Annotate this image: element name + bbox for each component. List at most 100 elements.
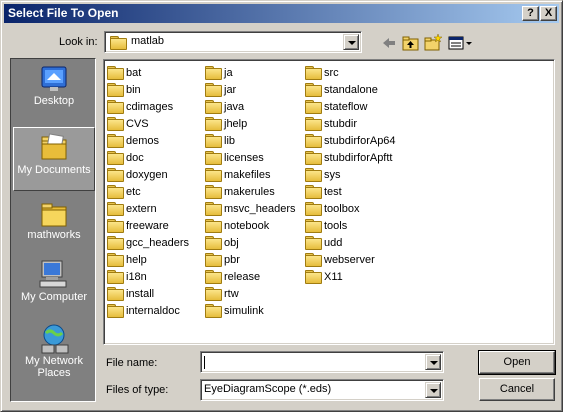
file-list-item-label: msvc_headers [224,203,296,215]
file-list-item[interactable]: makerules [205,184,296,201]
network-places-icon [41,324,69,354]
file-list-item[interactable]: sys [305,167,396,184]
folder-icon [205,202,222,216]
file-list-item[interactable]: jar [205,82,296,99]
chevron-down-icon[interactable] [425,354,441,370]
view-menu-button[interactable] [447,33,473,53]
file-list-item[interactable]: lib [205,133,296,150]
file-list-item[interactable]: standalone [305,82,396,99]
file-list-item[interactable]: src [305,65,396,82]
file-list-item[interactable]: java [205,99,296,116]
my-documents-icon [41,133,67,160]
file-list-item[interactable]: simulink [205,303,296,320]
file-list-item[interactable]: stubdirforApftt [305,150,396,167]
file-list-item[interactable]: X11 [305,269,396,286]
file-list-item-label: cdimages [126,101,174,113]
folder-icon [205,134,222,148]
file-list-item-label: stubdirforAp64 [324,135,396,147]
folder-icon [107,134,124,148]
file-open-dialog: Select File To Open ? X Look in: matlab [0,0,563,412]
new-folder-button[interactable] [423,33,443,53]
file-list-item[interactable]: install [107,286,189,303]
file-list-item[interactable]: demos [107,133,189,150]
chevron-down-icon[interactable] [343,34,359,50]
up-folder-button[interactable] [401,33,421,53]
file-list-item-label: bin [126,84,141,96]
folder-icon [205,83,222,97]
file-list-item[interactable]: tools [305,218,396,235]
file-list-item[interactable]: internaldoc [107,303,189,320]
title-bar[interactable]: Select File To Open ? X [4,4,559,23]
folder-icon [305,66,322,80]
place-my-documents[interactable]: My Documents [13,127,95,191]
file-list-item-label: i18n [126,271,147,283]
file-list-item-label: freeware [126,220,169,232]
file-list-item-label: bat [126,67,142,79]
file-list-item-label: stubdirforApftt [324,152,393,164]
look-in-select[interactable]: matlab [104,31,362,53]
help-button[interactable]: ? [522,6,539,21]
places-bar: Desktop My Documents mathworks My Comput… [10,58,96,402]
file-list-column-3: src standalone stateflow stubdir stubdirforA… [305,65,396,286]
file-list-item[interactable]: test [305,184,396,201]
my-computer-icon [39,260,67,288]
file-list-item[interactable]: help [107,252,189,269]
back-arrow-icon [383,38,395,48]
file-list-item[interactable]: bat [107,65,189,82]
file-list-item[interactable]: stubdir [305,116,396,133]
file-name-input[interactable] [200,351,444,373]
look-in-label: Look in: [59,36,98,48]
file-list-item[interactable]: gcc_headers [107,235,189,252]
file-list-item[interactable]: stubdirforAp64 [305,133,396,150]
file-list-item-label: X11 [324,271,343,283]
file-list-item[interactable]: webserver [305,252,396,269]
file-list-item[interactable]: notebook [205,218,296,235]
file-list[interactable]: bat bin cdimages CVS demos doc doxygen etc exter… [103,59,555,345]
file-list-item-label: webserver [324,254,375,266]
file-list-item[interactable]: etc [107,184,189,201]
folder-icon [305,236,322,250]
place-my-computer[interactable]: My Computer [13,259,95,315]
folder-icon [205,287,222,301]
file-list-item[interactable]: makefiles [205,167,296,184]
folder-icon [205,219,222,233]
chevron-down-icon[interactable] [425,382,441,398]
back-button[interactable] [379,33,399,53]
file-list-item[interactable]: doxygen [107,167,189,184]
file-list-item[interactable]: doc [107,150,189,167]
look-in-value: matlab [131,35,165,47]
file-list-item[interactable]: bin [107,82,189,99]
file-list-item[interactable]: obj [205,235,296,252]
file-list-item[interactable]: CVS [107,116,189,133]
file-list-item-label: extern [126,203,157,215]
file-list-item[interactable]: toolbox [305,201,396,218]
file-type-select[interactable]: EyeDiagramScope (*.eds) [200,379,444,401]
file-list-item[interactable]: pbr [205,252,296,269]
file-list-item[interactable]: cdimages [107,99,189,116]
file-list-item-label: standalone [324,84,378,96]
open-button[interactable]: Open [478,350,556,375]
file-list-item[interactable]: freeware [107,218,189,235]
file-list-item[interactable]: i18n [107,269,189,286]
file-list-item-label: toolbox [324,203,360,215]
file-list-item[interactable]: msvc_headers [205,201,296,218]
file-list-item-label: lib [224,135,236,147]
file-list-item[interactable]: udd [305,235,396,252]
place-my-network[interactable]: My Network Places [13,323,95,389]
place-desktop[interactable]: Desktop [13,65,95,117]
place-mathworks[interactable]: mathworks [13,199,95,251]
folder-icon [107,151,124,165]
folder-icon [110,36,127,50]
file-list-item[interactable]: extern [107,201,189,218]
close-button[interactable]: X [540,6,557,21]
file-list-item[interactable]: rtw [205,286,296,303]
folder-icon [205,168,222,182]
file-list-item[interactable]: ja [205,65,296,82]
file-list-item-label: tools [324,220,348,232]
file-list-item[interactable]: jhelp [205,116,296,133]
folder-icon [205,304,222,318]
file-list-item[interactable]: stateflow [305,99,396,116]
file-list-item[interactable]: licenses [205,150,296,167]
file-list-item[interactable]: release [205,269,296,286]
cancel-button[interactable]: Cancel [479,378,555,401]
